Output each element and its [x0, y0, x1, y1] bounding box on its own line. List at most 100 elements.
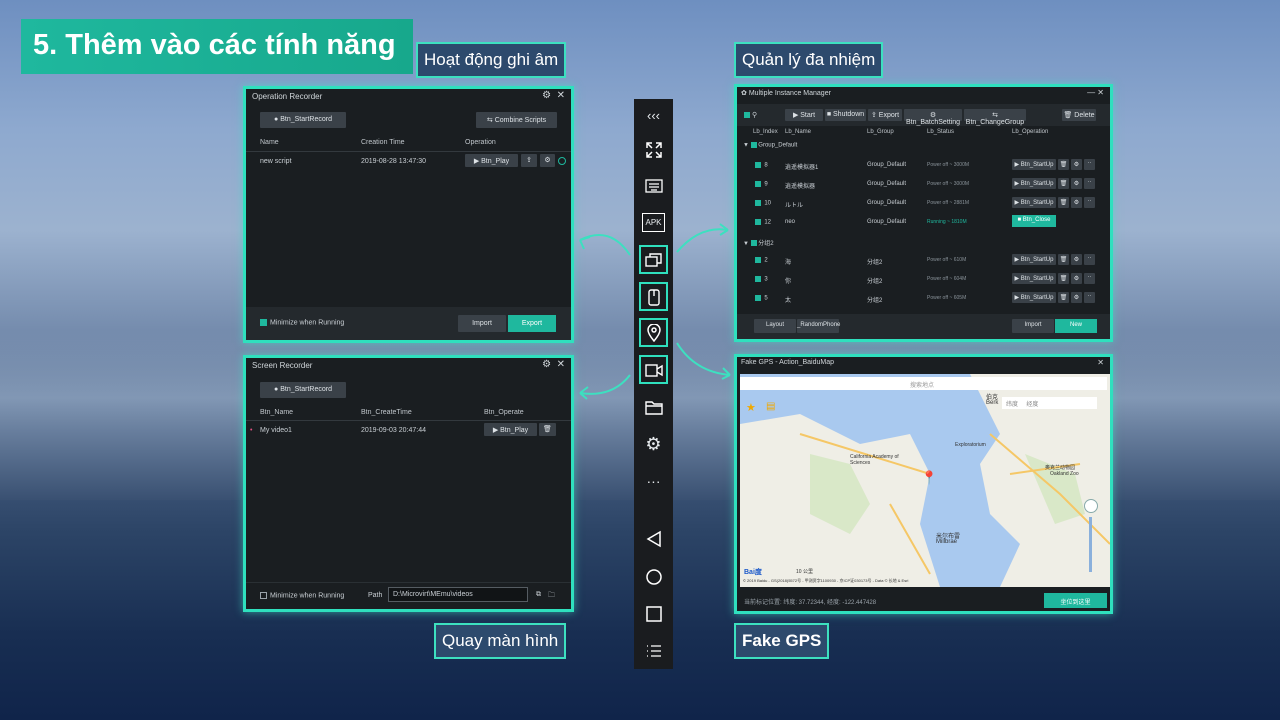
list-icon[interactable]: ▤	[766, 401, 775, 412]
delete-icon[interactable]: 🗑	[1058, 273, 1069, 284]
delete-icon[interactable]: 🗑	[1058, 178, 1069, 189]
home-icon[interactable]	[639, 562, 668, 591]
baidu-logo-icon: Bai度	[744, 569, 762, 576]
keyboard-icon[interactable]	[639, 171, 668, 200]
more-icon[interactable]: ··	[1084, 197, 1095, 208]
star-icon[interactable]: ★	[746, 401, 756, 414]
upload-icon[interactable]: ⇪	[521, 154, 537, 167]
import-button[interactable]: Import	[458, 315, 506, 332]
more-icon[interactable]: ··	[1084, 292, 1095, 303]
collapse-icon[interactable]: ‹‹‹	[639, 101, 668, 130]
gear-icon[interactable]: ⚙	[542, 359, 551, 370]
path-label: Path	[368, 592, 383, 599]
export-button[interactable]: Export	[508, 315, 556, 332]
col-time: Btn_CreateTime	[361, 409, 412, 416]
mim-toolbar: ⚲ ▶ Start ■ Shutdown ⇪ Export ⚙ Btn_Batc…	[737, 104, 1110, 126]
arrow-multi	[676, 228, 729, 253]
more-icon[interactable]: ···	[639, 466, 668, 495]
play-button[interactable]: ▶ Btn_Play	[484, 423, 537, 436]
fake-gps-window: Fake GPS - Action_BaiduMap ✕ 搜索地点 ★ ▤ 纬度 …	[734, 354, 1113, 614]
startup-button[interactable]: ▶ Btn_StartUp	[1012, 159, 1056, 170]
window-title: Screen Recorder	[252, 361, 313, 370]
more-icon[interactable]: ··	[1084, 178, 1095, 189]
map-search-input[interactable]: 搜索地点	[740, 377, 1107, 390]
combine-scripts-button[interactable]: ⇆ Combine Scripts	[476, 112, 557, 128]
settings-icon[interactable]: ⚙	[540, 154, 555, 167]
folder-icon[interactable]	[639, 393, 668, 422]
startup-button[interactable]: ▶ Btn_StartUp	[1012, 178, 1056, 189]
back-icon[interactable]	[639, 524, 668, 553]
menu-icon[interactable]	[639, 636, 668, 665]
start-record-button[interactable]: ● Btn_StartRecord	[260, 112, 346, 128]
new-button[interactable]: New	[1055, 319, 1097, 333]
multi-window-icon[interactable]	[639, 245, 668, 274]
delete-icon[interactable]: 🗑	[539, 423, 556, 436]
minimize-label: Minimize when Running	[270, 319, 345, 327]
start-record-button[interactable]: ● Btn_StartRecord	[260, 382, 346, 398]
select-all-checkbox[interactable]: ⚲	[744, 111, 757, 119]
location-icon[interactable]	[639, 318, 668, 347]
import-button[interactable]: Import	[1012, 319, 1054, 333]
fullscreen-icon[interactable]	[639, 135, 668, 164]
more-icon[interactable]: ··	[1084, 159, 1095, 170]
layout-button[interactable]: Layout	[754, 319, 796, 333]
window-titlebar: Operation Recorder ⚙ ✕	[246, 89, 571, 105]
confirm-location-button[interactable]: 坐位到这里	[1044, 593, 1107, 608]
window-titlebar: Fake GPS - Action_BaiduMap ✕	[737, 357, 1110, 371]
export-label: Export	[878, 112, 900, 119]
settings-icon[interactable]: ⚙	[1071, 178, 1082, 189]
group-header[interactable]: ▼ Group_Default	[743, 142, 797, 149]
instance-row: 2 海分组2 Power off ~ 610M ▶ Btn_StartUp 🗑 ⚙ ··	[737, 253, 1110, 272]
location-pin-icon[interactable]: 📍	[921, 470, 937, 486]
more-icon[interactable]: ··	[1084, 273, 1095, 284]
apk-icon[interactable]: APK	[639, 208, 668, 237]
settings-icon[interactable]: ⚙	[1071, 197, 1082, 208]
start-button[interactable]: ▶ Start	[785, 109, 823, 121]
group-header[interactable]: ▼ 分组2	[743, 238, 774, 247]
batch-setting-button[interactable]: ⚙ Btn_BatchSetting	[904, 109, 962, 126]
video-icon[interactable]	[639, 355, 668, 384]
open-icon[interactable]: ⧉	[536, 591, 541, 599]
settings-icon[interactable]: ⚙	[639, 430, 668, 459]
close-instance-button[interactable]: ■ Btn_Close	[1012, 215, 1056, 227]
startup-button[interactable]: ▶ Btn_StartUp	[1012, 197, 1056, 208]
close-icon[interactable]: ✕	[557, 359, 565, 370]
zoom-control[interactable]	[1084, 499, 1098, 579]
play-button[interactable]: ▶ Btn_Play	[465, 154, 518, 167]
delete-icon[interactable]: 🗑	[1058, 197, 1069, 208]
settings-icon[interactable]: ⚙	[1071, 159, 1082, 170]
startup-button[interactable]: ▶ Btn_StartUp	[1012, 292, 1056, 303]
recorder-icon[interactable]	[639, 282, 668, 311]
more-icon[interactable]: ··	[1084, 254, 1095, 265]
startup-button[interactable]: ▶ Btn_StartUp	[1012, 273, 1056, 284]
current-position-text: 当前标记位置: 纬度: 37.72344, 经度: -122.447428	[744, 600, 877, 606]
mim-footer: Layout _RandomPhone Import New	[737, 314, 1110, 339]
delete-icon[interactable]: 🗑	[1058, 254, 1069, 265]
gear-icon[interactable]: ⚙	[542, 90, 551, 101]
settings-icon[interactable]: ⚙	[1071, 292, 1082, 303]
delete-button[interactable]: 🗑 Delete	[1062, 109, 1096, 121]
shutdown-button[interactable]: ■ Shutdown	[825, 109, 866, 121]
random-phone-button[interactable]: _RandomPhone	[797, 319, 840, 333]
export-button[interactable]: ⇪ Export	[868, 109, 902, 121]
close-icon[interactable]: ✕	[557, 90, 565, 101]
map-view[interactable]: 搜索地点 ★ ▤ 纬度 经度 伯克 Berk 奥克兰动物园 Oakland Zo…	[740, 374, 1110, 587]
startup-button[interactable]: ▶ Btn_StartUp	[1012, 254, 1056, 265]
recent-apps-icon[interactable]	[639, 599, 668, 628]
delete-icon[interactable]: 🗑	[1058, 292, 1069, 303]
minimize-checkbox[interactable]: Minimize when Running	[260, 319, 344, 326]
screen-recorder-window: Screen Recorder ⚙ ✕ ● Btn_StartRecord Btn…	[243, 355, 574, 612]
change-group-button[interactable]: ⇆ Btn_ChangeGroup	[964, 109, 1026, 126]
minimize-checkbox[interactable]: Minimize when Running	[260, 592, 344, 599]
settings-icon[interactable]: ⚙	[1071, 273, 1082, 284]
settings-icon[interactable]: ⚙	[1071, 254, 1082, 265]
delete-icon[interactable]: 🗑	[1058, 159, 1069, 170]
status-indicator	[558, 157, 566, 165]
script-time: 2019-08-28 13:47:30	[361, 158, 426, 165]
close-icon[interactable]: ✕	[1097, 358, 1104, 367]
screen-footer: Minimize when Running Path D:\Microvirt\…	[246, 582, 571, 609]
operation-recorder-window: Operation Recorder ⚙ ✕ ● Btn_StartRecord …	[243, 86, 574, 343]
path-input[interactable]: D:\Microvirt\MEmu\videos	[388, 587, 528, 602]
folder-icon[interactable]: 🗀	[548, 591, 555, 602]
map-label-zoo: Oakland Zoo	[1050, 471, 1079, 477]
